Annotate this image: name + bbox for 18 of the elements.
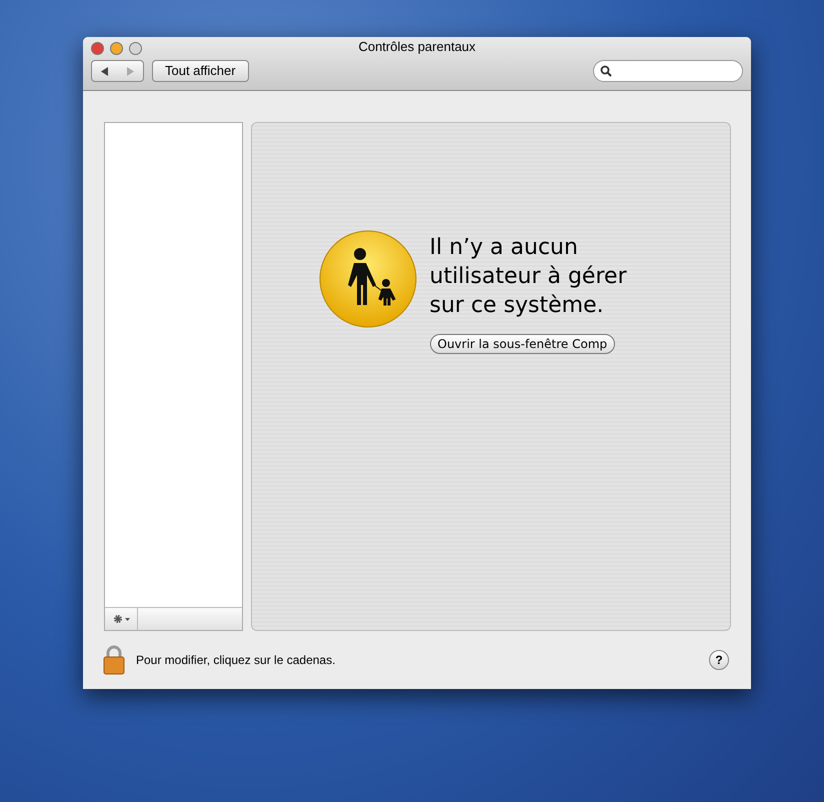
close-button[interactable] [91,42,104,54]
minimize-button[interactable] [110,42,123,54]
search-field[interactable] [593,60,743,82]
no-users-message: Il n’y a aucun utilisateur à gérer sur ce système. [430,234,628,320]
show-all-button[interactable]: Tout afficher [152,60,249,82]
gear-icon [112,614,122,624]
forward-arrow-icon[interactable] [126,66,135,76]
zoom-button[interactable] [129,42,142,54]
window-title: Contrôles parentaux [358,38,476,56]
help-button[interactable]: ? [709,650,729,670]
back-arrow-icon[interactable] [100,66,110,76]
open-pane-button[interactable]: Ouvrir la sous-fenêtre Comp [430,334,616,354]
back-forward-control[interactable] [91,60,144,82]
caret-icon [124,618,130,620]
parent-child-icon [318,229,418,329]
padlock-icon[interactable] [102,645,126,675]
search-icon [600,65,612,77]
lock-hint-text: Pour modifier, cliquez sur le cadenas. [136,652,336,669]
